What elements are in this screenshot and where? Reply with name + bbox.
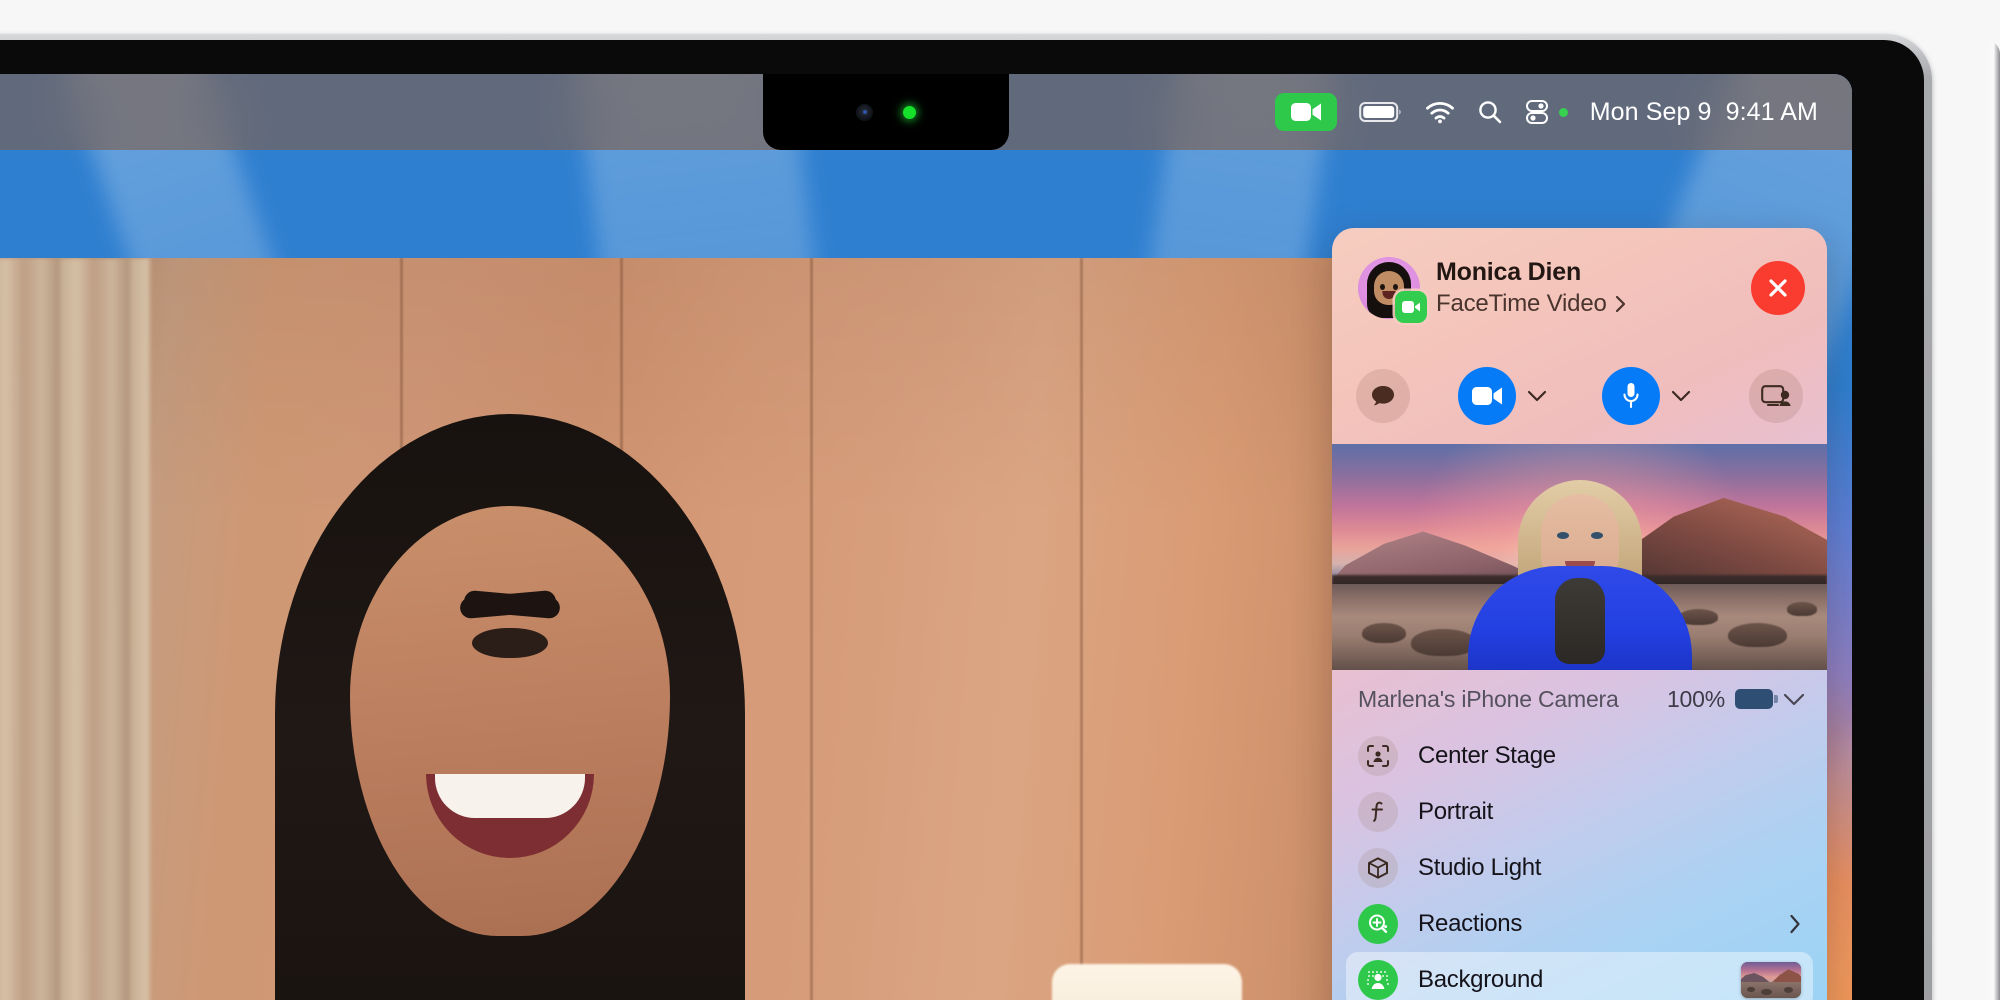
curtain [0, 258, 150, 1000]
laptop-screen: Monica Dien FaceTime Video Marlena's iPh… [0, 74, 1852, 1000]
chevron-right-icon [1790, 914, 1800, 934]
screen-share-person-icon [1761, 385, 1791, 407]
call-controls [1332, 348, 1827, 444]
close-x-icon [1769, 279, 1787, 297]
effect-label: Reactions [1418, 910, 1523, 937]
mic-control-group [1602, 367, 1696, 425]
call-type-row[interactable]: FaceTime Video [1436, 290, 1626, 318]
caller-portrait [160, 414, 860, 1000]
effect-row-studio-light[interactable]: Studio Light [1346, 840, 1813, 896]
call-type-label: FaceTime Video [1436, 289, 1607, 317]
panel-header: Monica Dien FaceTime Video [1332, 228, 1827, 348]
effect-label: Background [1418, 966, 1544, 993]
background-person-icon [1358, 960, 1398, 1000]
caller-name: Monica Dien [1436, 258, 1582, 287]
reactions-submenu-chevron[interactable] [1789, 914, 1801, 934]
display-notch [763, 74, 1009, 150]
battery-menu-item[interactable] [1358, 100, 1403, 124]
video-button[interactable] [1458, 367, 1517, 425]
bezel-edge-highlight [1986, 40, 2000, 1000]
video-options-chevron[interactable] [1522, 390, 1552, 402]
self-video-preview[interactable] [1332, 444, 1827, 670]
menu-bar-status-items: Mon Sep 9 9:41 AM [1274, 93, 1852, 131]
facetime-call-window [0, 258, 1332, 1000]
reactions-icon [1358, 904, 1398, 944]
wifi-menu-item[interactable] [1425, 100, 1455, 124]
mic-options-chevron[interactable] [1666, 390, 1696, 402]
menu-bar-clock[interactable]: Mon Sep 9 9:41 AM [1590, 98, 1818, 127]
effect-label: Center Stage [1418, 742, 1556, 769]
facetime-control-panel: Monica Dien FaceTime Video Marlena's iPh… [1332, 228, 1827, 1000]
search-menu-item[interactable] [1477, 99, 1503, 125]
menu-bar-time: 9:41 AM [1725, 97, 1818, 126]
camera-device-status: 100% [1667, 686, 1805, 713]
wifi-icon [1425, 101, 1454, 124]
effect-row-background[interactable]: Background [1346, 952, 1813, 1000]
studio-light-cube-icon [1358, 848, 1398, 888]
video-camera-icon [1290, 103, 1321, 121]
avatar [1358, 257, 1427, 323]
effect-label: Portrait [1418, 798, 1493, 825]
caller-info: Monica Dien FaceTime Video [1436, 258, 1626, 318]
lamp [1052, 964, 1242, 1000]
camera-device-name: Marlena's iPhone Camera [1358, 685, 1619, 712]
portrait-f-icon [1358, 792, 1398, 832]
battery-percent: 100% [1666, 685, 1725, 712]
control-center-menu-item[interactable] [1525, 99, 1549, 125]
messages-button[interactable] [1356, 369, 1410, 423]
chevron-right-icon [1615, 295, 1625, 312]
effect-row-reactions[interactable]: Reactions [1346, 896, 1813, 952]
close-button[interactable] [1751, 261, 1805, 315]
video-effects-list: Center Stage Portrait Studio Light React… [1332, 728, 1827, 1000]
chevron-down-icon [1672, 390, 1691, 402]
facetime-active-indicator[interactable] [1274, 93, 1337, 131]
microphone-button[interactable] [1602, 367, 1661, 425]
green-recording-dot [1558, 107, 1568, 117]
lake-sunset-thumbnail-icon [1741, 962, 1801, 998]
effect-row-center-stage[interactable]: Center Stage [1346, 728, 1813, 784]
camera-lens-icon [856, 103, 873, 121]
video-camera-icon [1472, 387, 1503, 405]
camera-device-row[interactable]: Marlena's iPhone Camera 100% [1332, 670, 1827, 728]
effect-label: Studio Light [1418, 854, 1542, 881]
chevron-down-icon [1527, 390, 1547, 402]
control-center-icon [1525, 100, 1548, 124]
green-camera-active-led [903, 105, 916, 119]
speech-bubble-icon [1372, 386, 1394, 406]
share-screen-button[interactable] [1749, 369, 1803, 423]
menu-bar-date: Mon Sep 9 [1589, 97, 1712, 126]
search-icon [1478, 101, 1502, 124]
self-portrait [1465, 480, 1695, 670]
background-thumbnail-button[interactable] [1741, 962, 1801, 998]
call-video-feed [0, 258, 1332, 1000]
battery-full-icon [1358, 102, 1401, 122]
chevron-down-icon[interactable] [1783, 693, 1805, 706]
battery-full-icon [1735, 689, 1778, 709]
effect-row-portrait[interactable]: Portrait [1346, 784, 1813, 840]
video-control-group [1458, 367, 1552, 425]
microphone-icon [1623, 383, 1639, 409]
center-stage-icon [1358, 736, 1398, 776]
facetime-video-badge-icon [1395, 291, 1427, 323]
screenshot-root: Monica Dien FaceTime Video Marlena's iPh… [0, 0, 2000, 1000]
